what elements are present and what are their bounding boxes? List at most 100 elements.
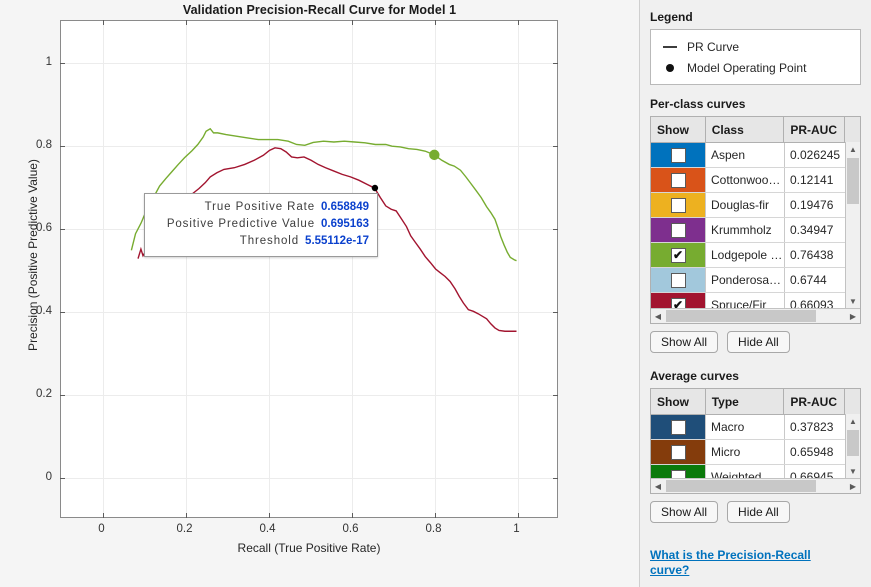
per-class-auc-cell: 0.6744 — [790, 273, 827, 287]
per-class-col-show[interactable]: Show — [651, 117, 706, 142]
table-row[interactable]: ✔ Lodgepole … 0.76438 — [651, 243, 860, 268]
scroll-left-icon[interactable]: ◀ — [651, 309, 665, 323]
pr-curve-help-link[interactable]: What is the Precision-Recall curve? — [650, 548, 840, 578]
average-name-cell: Macro — [706, 415, 785, 439]
per-class-col-class[interactable]: Class — [706, 117, 785, 142]
y-tick-mark — [553, 62, 558, 64]
scroll-up-icon[interactable]: ▲ — [846, 142, 860, 156]
per-class-hide-all-button[interactable]: Hide All — [727, 331, 790, 353]
average-horizontal-scrollbar[interactable]: ◀ ▶ — [651, 478, 860, 493]
per-class-name-cell: Lodgepole … — [706, 243, 785, 267]
per-class-show-checkbox[interactable] — [670, 147, 686, 163]
table-row[interactable]: Micro 0.65948 — [651, 440, 860, 465]
average-color-swatch[interactable] — [651, 465, 706, 478]
scroll-right-icon[interactable]: ▶ — [846, 479, 860, 493]
scroll-down-icon[interactable]: ▼ — [846, 294, 860, 308]
per-class-auc-cell: 0.76438 — [790, 248, 834, 262]
x-tick-label: 0.2 — [176, 523, 193, 535]
per-class-color-swatch[interactable] — [651, 268, 706, 292]
legend-item-label: PR Curve — [687, 39, 740, 54]
per-class-horizontal-scrollbar[interactable]: ◀ ▶ — [651, 308, 860, 323]
y-tick-mark — [553, 477, 558, 479]
operating-point-dot-icon — [659, 63, 681, 72]
scroll-down-icon[interactable]: ▼ — [846, 464, 860, 478]
per-class-table[interactable]: Show Class PR-AUC Aspen 0.026245 Cottonwoo… 0.… — [650, 116, 861, 324]
data-tip-key: True Positive Rate — [204, 201, 316, 213]
side-panel: Legend PR Curve Model Operating Point Per… — [639, 0, 871, 587]
per-class-name-cell: Cottonwoo… — [706, 168, 785, 192]
y-tick-mark — [60, 394, 65, 396]
per-class-show-checkbox[interactable] — [670, 172, 686, 188]
plot-area — [60, 20, 558, 518]
pr-curve-app: Validation Precision-Recall Curve for Mo… — [0, 0, 871, 587]
y-tick-mark — [60, 145, 65, 147]
per-class-color-swatch[interactable] — [651, 143, 706, 167]
per-class-color-swatch[interactable] — [651, 193, 706, 217]
average-show-checkbox[interactable] — [670, 419, 686, 435]
scroll-up-icon[interactable]: ▲ — [846, 414, 860, 428]
table-row[interactable]: Macro 0.37823 — [651, 415, 860, 440]
average-show-checkbox[interactable] — [670, 444, 686, 460]
table-row[interactable]: Weighted 0.66945 — [651, 465, 860, 478]
table-row[interactable]: Cottonwoo… 0.12141 — [651, 168, 860, 193]
average-col-pr-auc[interactable]: PR-AUC — [784, 389, 846, 414]
x-tick-mark — [351, 20, 353, 25]
average-color-swatch[interactable] — [651, 415, 706, 439]
data-tip-value: 0.695163 — [321, 218, 369, 230]
y-tick-mark — [553, 311, 558, 313]
y-gridline — [61, 394, 557, 396]
data-tip-row: True Positive Rate 0.658849 — [153, 199, 369, 216]
scroll-thumb[interactable] — [847, 158, 859, 204]
average-color-swatch[interactable] — [651, 440, 706, 464]
per-class-color-swatch[interactable]: ✔ — [651, 243, 706, 267]
per-class-color-swatch[interactable] — [651, 168, 706, 192]
data-tip-row: Positive Predictive Value 0.695163 — [153, 216, 369, 233]
per-class-color-swatch[interactable]: ✔ — [651, 293, 706, 308]
per-class-auc-cell: 0.34947 — [790, 223, 834, 237]
per-class-show-checkbox[interactable] — [670, 222, 686, 238]
per-class-show-all-button[interactable]: Show All — [650, 331, 719, 353]
per-class-color-swatch[interactable] — [651, 218, 706, 242]
scroll-thumb[interactable] — [666, 310, 816, 322]
pr-curve-line-icon — [659, 45, 681, 48]
y-gridline — [61, 62, 557, 64]
average-hide-all-button[interactable]: Hide All — [727, 501, 790, 523]
data-tip[interactable]: True Positive Rate 0.658849 Positive Predi… — [144, 193, 378, 257]
dot-glyph — [666, 63, 674, 72]
x-tick-mark — [102, 513, 104, 518]
chart-title: Validation Precision-Recall Curve for Mo… — [182, 3, 457, 17]
table-row[interactable]: Aspen 0.026245 — [651, 143, 860, 168]
table-row[interactable]: Ponderosa… 0.6744 — [651, 268, 860, 293]
average-col-type[interactable]: Type — [706, 389, 785, 414]
x-tick-label: 0.8 — [425, 523, 442, 535]
y-tick-mark — [60, 228, 65, 230]
x-tick-mark — [517, 20, 519, 25]
per-class-show-checkbox[interactable]: ✔ — [670, 297, 686, 308]
per-class-vertical-scrollbar[interactable]: ▲ ▼ — [845, 142, 860, 308]
table-row[interactable]: Douglas-fir 0.19476 — [651, 193, 860, 218]
table-row[interactable]: Krummholz 0.34947 — [651, 218, 860, 243]
per-class-show-checkbox[interactable] — [670, 197, 686, 213]
average-vertical-scrollbar[interactable]: ▲ ▼ — [845, 414, 860, 478]
average-col-show[interactable]: Show — [651, 389, 706, 414]
per-class-auc-cell: 0.66093 — [790, 298, 834, 308]
chart-panel: Validation Precision-Recall Curve for Mo… — [0, 0, 639, 587]
scroll-thumb[interactable] — [666, 480, 816, 492]
y-tick-label: 0 — [45, 470, 52, 483]
legend-item-label: Model Operating Point — [687, 60, 807, 75]
table-row[interactable]: ✔ Spruce/Fir 0.66093 — [651, 293, 860, 308]
y-tick-mark — [553, 394, 558, 396]
per-class-show-checkbox[interactable] — [670, 272, 686, 288]
average-show-all-button[interactable]: Show All — [650, 501, 719, 523]
scroll-thumb[interactable] — [847, 430, 859, 456]
scroll-right-icon[interactable]: ▶ — [846, 309, 860, 323]
average-curves-table[interactable]: Show Type PR-AUC Macro 0.37823 Micro 0.65948 We… — [650, 388, 861, 494]
per-class-col-pr-auc[interactable]: PR-AUC — [784, 117, 846, 142]
scroll-left-icon[interactable]: ◀ — [651, 479, 665, 493]
per-class-body: Aspen 0.026245 Cottonwoo… 0.12141 Douglas-fi… — [651, 143, 860, 308]
per-class-show-checkbox[interactable]: ✔ — [670, 247, 686, 263]
per-class-buttons: Show All Hide All — [650, 331, 861, 353]
data-tip-row: Threshold 5.55112e-17 — [153, 233, 369, 250]
data-tip-key: Positive Predictive Value — [166, 218, 316, 230]
average-show-checkbox[interactable] — [670, 469, 686, 478]
